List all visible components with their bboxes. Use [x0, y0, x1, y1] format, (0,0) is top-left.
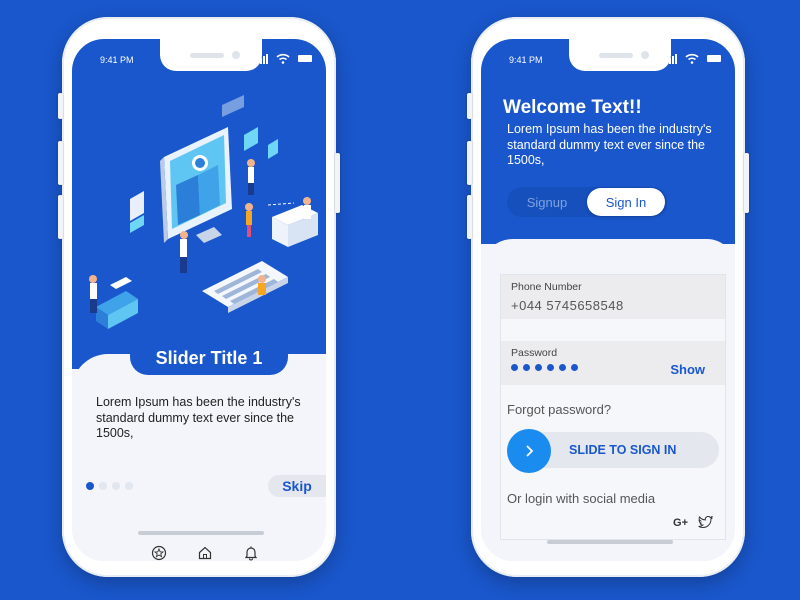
- content-panel: [72, 354, 326, 561]
- google-plus-icon[interactable]: G+: [673, 517, 688, 529]
- notch: [569, 39, 671, 71]
- volume-down-button: [58, 195, 63, 239]
- home-indicator: [547, 540, 673, 544]
- password-field[interactable]: Password Show: [501, 341, 725, 385]
- onboarding-hero: [72, 39, 326, 369]
- front-camera: [641, 51, 649, 59]
- phone-frame-signin: 9:41 PM Welcome Text!! Lorem Ipsum has b…: [467, 17, 749, 577]
- speaker: [599, 53, 633, 58]
- power-button: [744, 153, 749, 213]
- pagination-dot-2[interactable]: [99, 482, 107, 490]
- volume-down-button: [467, 195, 472, 239]
- speaker: [190, 53, 224, 58]
- slider-description: Lorem Ipsum has been the industry's stan…: [96, 395, 301, 440]
- phone-number-input[interactable]: +044 5745658548: [511, 298, 624, 313]
- volume-up-button: [58, 141, 63, 185]
- chevron-right-icon: [526, 445, 534, 457]
- bottom-tab-bar: [150, 544, 260, 561]
- password-label: Password: [511, 347, 558, 359]
- signin-screen: 9:41 PM Welcome Text!! Lorem Ipsum has b…: [481, 39, 735, 561]
- slide-to-sign-in-label: SLIDE TO SIGN IN: [569, 443, 677, 457]
- social-login-text: Or login with social media: [507, 491, 656, 506]
- battery-icon: [298, 55, 312, 62]
- star-icon[interactable]: [150, 544, 168, 561]
- status-time: 9:41 PM: [100, 55, 134, 65]
- phone-number-label: Phone Number: [511, 281, 582, 293]
- password-input[interactable]: [511, 364, 578, 371]
- welcome-text: Lorem Ipsum has been the industry's stan…: [507, 122, 712, 167]
- mute-switch: [467, 93, 472, 119]
- phone-number-field[interactable]: Phone Number +044 5745658548: [501, 275, 725, 319]
- social-login-icons: G+: [673, 516, 713, 529]
- front-camera: [232, 51, 240, 59]
- skip-button[interactable]: Skip: [268, 475, 326, 497]
- slider-title: Slider Title 1: [130, 341, 288, 375]
- slide-handle[interactable]: [507, 429, 551, 473]
- pagination-dot-4[interactable]: [125, 482, 133, 490]
- auth-mode-toggle: Signup Sign In: [507, 187, 667, 217]
- signin-form: Phone Number +044 5745658548 Password Sh…: [500, 274, 726, 540]
- notch: [160, 39, 262, 71]
- power-button: [335, 153, 340, 213]
- wifi-icon: [685, 53, 699, 64]
- mute-switch: [58, 93, 63, 119]
- bell-icon[interactable]: [242, 544, 260, 561]
- pagination-dot-1[interactable]: [86, 482, 94, 490]
- volume-up-button: [467, 141, 472, 185]
- phone-frame-onboarding: 9:41 PM Slider Title 1 Lorem Ipsum has b…: [58, 17, 340, 577]
- battery-icon: [707, 55, 721, 62]
- forgot-password-link[interactable]: Forgot password?: [507, 402, 611, 417]
- tab-signup[interactable]: Signup: [507, 187, 587, 217]
- wifi-icon: [276, 53, 290, 64]
- show-password-button[interactable]: Show: [670, 362, 705, 377]
- pagination-dots: [86, 482, 133, 490]
- status-time: 9:41 PM: [509, 55, 543, 65]
- welcome-title: Welcome Text!!: [503, 97, 642, 118]
- twitter-icon[interactable]: [698, 516, 713, 529]
- slide-to-sign-in[interactable]: SLIDE TO SIGN IN: [507, 429, 719, 473]
- onboarding-screen: 9:41 PM Slider Title 1 Lorem Ipsum has b…: [72, 39, 326, 561]
- isometric-illustration: [89, 95, 318, 329]
- home-indicator: [138, 531, 264, 535]
- pagination-dot-3[interactable]: [112, 482, 120, 490]
- tab-signin[interactable]: Sign In: [587, 188, 665, 216]
- home-icon[interactable]: [196, 544, 214, 561]
